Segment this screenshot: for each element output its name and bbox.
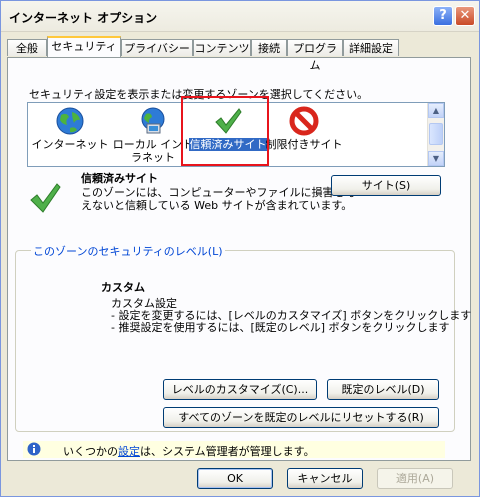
zone-label: 制限付きサイト (265, 138, 343, 151)
scroll-thumb[interactable] (429, 123, 443, 145)
info-suffix: は、システム管理者が管理します。 (140, 445, 315, 458)
highlight-frame (181, 96, 269, 166)
selected-zone-desc-2: えないと信頼している Web サイトが含まれています。 (81, 199, 353, 212)
default-level-button[interactable]: 既定のレベル(D) (327, 379, 439, 400)
cancel-button[interactable]: キャンセル (287, 468, 363, 489)
zone-internet[interactable]: インターネット (30, 103, 110, 151)
scroll-up-icon[interactable]: ▲ (428, 103, 444, 118)
help-button[interactable]: ? (433, 6, 453, 26)
tab-security[interactable]: セキュリティ (47, 36, 121, 57)
globe-icon (55, 106, 85, 136)
zone-restricted-sites[interactable]: 制限付きサイト (264, 103, 344, 151)
window-title: インターネット オプション (9, 11, 158, 25)
tab-privacy[interactable]: プライバシー (121, 39, 193, 56)
level-desc-3: - 推奨設定を使用するには、[既定のレベル] ボタンをクリックします (111, 321, 450, 334)
security-level-group (15, 250, 455, 432)
ok-button[interactable]: OK (197, 468, 273, 489)
sites-button[interactable]: サイト(S) (331, 175, 441, 196)
security-level-label: このゾーンのセキュリティのレベル(L) (31, 243, 225, 259)
title-bar[interactable]: インターネット オプション ? ✕ (1, 1, 479, 32)
level-name: カスタム (101, 281, 145, 294)
prohibited-icon (289, 106, 319, 136)
info-text: いくつかの設定は、システム管理者が管理します。 (63, 443, 315, 459)
tab-advanced[interactable]: 詳細設定 (343, 39, 399, 56)
intranet-icon (138, 106, 168, 136)
info-bar: いくつかの設定は、システム管理者が管理します。 (23, 441, 445, 458)
zone-list-scrollbar[interactable]: ▲ ▼ (427, 103, 444, 166)
tab-programs[interactable]: プログラム (287, 39, 343, 72)
selected-zone-icon (29, 181, 61, 218)
internet-options-window: インターネット オプション ? ✕ 全般 セキュリティ プライバシー コンテンツ… (0, 0, 480, 497)
info-prefix: いくつかの (63, 445, 118, 458)
settings-link[interactable]: 設定 (118, 445, 140, 458)
zone-label: インターネット (31, 138, 109, 151)
tab-connections[interactable]: 接続 (251, 39, 287, 56)
tab-content[interactable]: コンテンツ (193, 39, 251, 56)
scroll-down-icon[interactable]: ▼ (428, 151, 444, 166)
close-button[interactable]: ✕ (455, 6, 475, 26)
apply-button[interactable]: 適用(A) (377, 468, 453, 489)
reset-all-zones-button[interactable]: すべてのゾーンを既定のレベルにリセットする(R) (163, 407, 439, 428)
customize-level-button[interactable]: レベルのカスタマイズ(C)... (163, 379, 317, 400)
info-icon (27, 442, 41, 459)
tab-general[interactable]: 全般 (7, 39, 47, 56)
